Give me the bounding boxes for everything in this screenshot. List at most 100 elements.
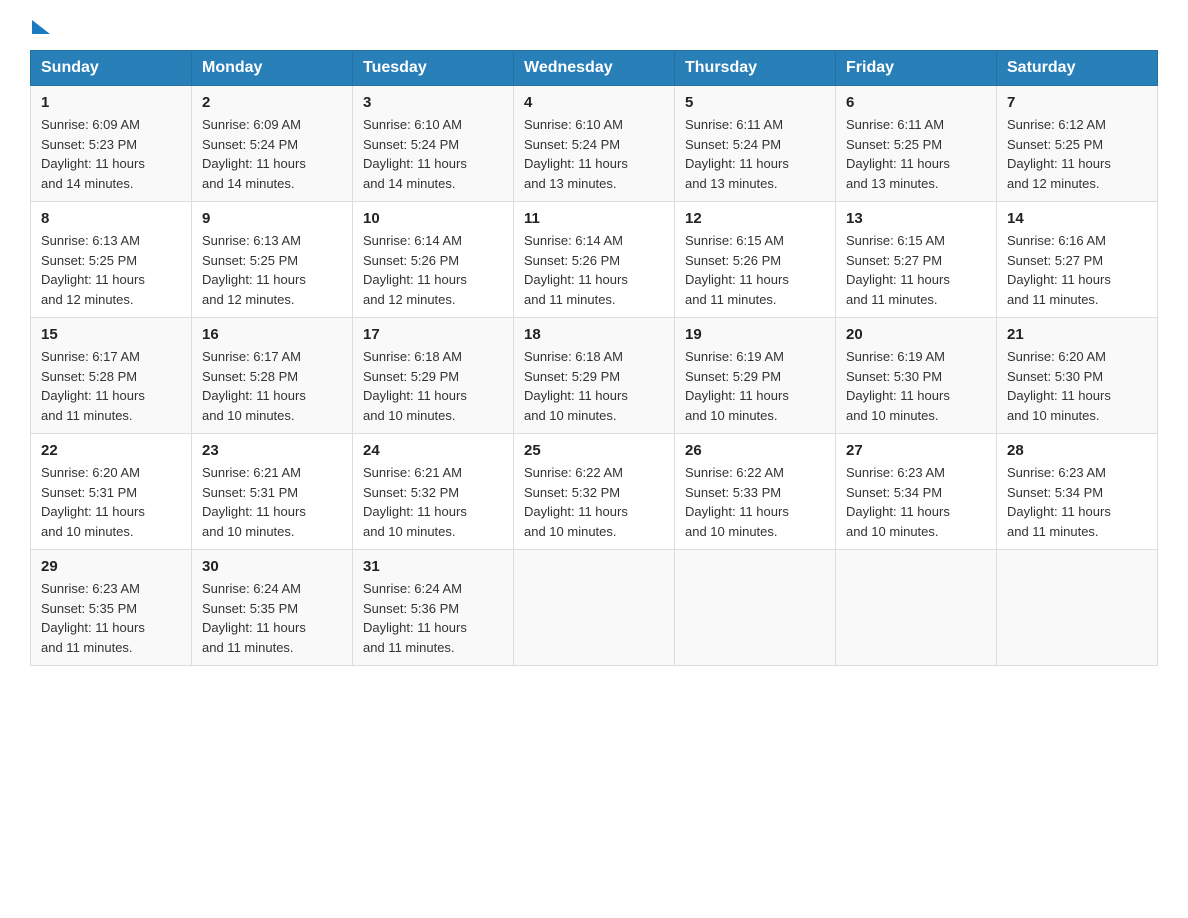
day-info: Sunrise: 6:13 AMSunset: 5:25 PMDaylight:… <box>202 231 342 309</box>
day-number: 30 <box>202 558 342 575</box>
calendar-cell: 25 Sunrise: 6:22 AMSunset: 5:32 PMDayligh… <box>514 434 675 550</box>
calendar-day-header-monday: Monday <box>192 51 353 86</box>
day-number: 4 <box>524 94 664 111</box>
day-number: 6 <box>846 94 986 111</box>
calendar-cell: 26 Sunrise: 6:22 AMSunset: 5:33 PMDayligh… <box>675 434 836 550</box>
day-info: Sunrise: 6:10 AMSunset: 5:24 PMDaylight:… <box>363 115 503 193</box>
day-info: Sunrise: 6:19 AMSunset: 5:30 PMDaylight:… <box>846 347 986 425</box>
day-number: 17 <box>363 326 503 343</box>
day-info: Sunrise: 6:09 AMSunset: 5:24 PMDaylight:… <box>202 115 342 193</box>
calendar-cell <box>675 550 836 666</box>
day-number: 9 <box>202 210 342 227</box>
calendar-cell: 16 Sunrise: 6:17 AMSunset: 5:28 PMDayligh… <box>192 318 353 434</box>
day-info: Sunrise: 6:23 AMSunset: 5:35 PMDaylight:… <box>41 579 181 657</box>
day-info: Sunrise: 6:22 AMSunset: 5:32 PMDaylight:… <box>524 463 664 541</box>
day-number: 25 <box>524 442 664 459</box>
calendar-cell: 20Sunrise: 6:19 AMSunset: 5:30 PMDayligh… <box>836 318 997 434</box>
calendar-cell: 24 Sunrise: 6:21 AMSunset: 5:32 PMDayligh… <box>353 434 514 550</box>
calendar-cell: 5Sunrise: 6:11 AMSunset: 5:24 PMDaylight… <box>675 86 836 202</box>
day-info: Sunrise: 6:18 AMSunset: 5:29 PMDaylight:… <box>363 347 503 425</box>
calendar-cell: 27 Sunrise: 6:23 AMSunset: 5:34 PMDayligh… <box>836 434 997 550</box>
calendar-cell: 22 Sunrise: 6:20 AMSunset: 5:31 PMDayligh… <box>31 434 192 550</box>
day-info: Sunrise: 6:11 AMSunset: 5:24 PMDaylight:… <box>685 115 825 193</box>
calendar-day-header-saturday: Saturday <box>997 51 1158 86</box>
day-info: Sunrise: 6:13 AMSunset: 5:25 PMDaylight:… <box>41 231 181 309</box>
day-info: Sunrise: 6:15 AMSunset: 5:26 PMDaylight:… <box>685 231 825 309</box>
day-number: 1 <box>41 94 181 111</box>
day-info: Sunrise: 6:20 AMSunset: 5:31 PMDaylight:… <box>41 463 181 541</box>
calendar-cell: 11 Sunrise: 6:14 AMSunset: 5:26 PMDayligh… <box>514 202 675 318</box>
day-info: Sunrise: 6:16 AMSunset: 5:27 PMDaylight:… <box>1007 231 1147 309</box>
calendar-cell: 3Sunrise: 6:10 AMSunset: 5:24 PMDaylight… <box>353 86 514 202</box>
day-info: Sunrise: 6:24 AMSunset: 5:36 PMDaylight:… <box>363 579 503 657</box>
calendar-cell: 31 Sunrise: 6:24 AMSunset: 5:36 PMDayligh… <box>353 550 514 666</box>
day-info: Sunrise: 6:14 AMSunset: 5:26 PMDaylight:… <box>524 231 664 309</box>
calendar-cell: 6 Sunrise: 6:11 AMSunset: 5:25 PMDaylight… <box>836 86 997 202</box>
calendar-cell: 1Sunrise: 6:09 AMSunset: 5:23 PMDaylight… <box>31 86 192 202</box>
logo-arrow-icon <box>32 20 50 34</box>
calendar-cell: 4 Sunrise: 6:10 AMSunset: 5:24 PMDaylight… <box>514 86 675 202</box>
day-info: Sunrise: 6:23 AMSunset: 5:34 PMDaylight:… <box>846 463 986 541</box>
calendar-cell: 19 Sunrise: 6:19 AMSunset: 5:29 PMDayligh… <box>675 318 836 434</box>
day-number: 22 <box>41 442 181 459</box>
calendar-cell <box>514 550 675 666</box>
calendar-cell: 18 Sunrise: 6:18 AMSunset: 5:29 PMDayligh… <box>514 318 675 434</box>
day-number: 11 <box>524 210 664 227</box>
calendar-cell: 17 Sunrise: 6:18 AMSunset: 5:29 PMDayligh… <box>353 318 514 434</box>
day-number: 16 <box>202 326 342 343</box>
day-number: 23 <box>202 442 342 459</box>
day-number: 15 <box>41 326 181 343</box>
day-number: 13 <box>846 210 986 227</box>
day-info: Sunrise: 6:19 AMSunset: 5:29 PMDaylight:… <box>685 347 825 425</box>
calendar-week-row: 29 Sunrise: 6:23 AMSunset: 5:35 PMDayligh… <box>31 550 1158 666</box>
calendar-week-row: 8 Sunrise: 6:13 AMSunset: 5:25 PMDaylight… <box>31 202 1158 318</box>
calendar-table: SundayMondayTuesdayWednesdayThursdayFrid… <box>30 50 1158 666</box>
day-info: Sunrise: 6:22 AMSunset: 5:33 PMDaylight:… <box>685 463 825 541</box>
day-info: Sunrise: 6:11 AMSunset: 5:25 PMDaylight:… <box>846 115 986 193</box>
calendar-cell: 2 Sunrise: 6:09 AMSunset: 5:24 PMDaylight… <box>192 86 353 202</box>
calendar-cell: 23Sunrise: 6:21 AMSunset: 5:31 PMDayligh… <box>192 434 353 550</box>
calendar-cell: 7Sunrise: 6:12 AMSunset: 5:25 PMDaylight… <box>997 86 1158 202</box>
day-number: 28 <box>1007 442 1147 459</box>
day-info: Sunrise: 6:21 AMSunset: 5:32 PMDaylight:… <box>363 463 503 541</box>
calendar-cell: 10Sunrise: 6:14 AMSunset: 5:26 PMDayligh… <box>353 202 514 318</box>
calendar-day-header-sunday: Sunday <box>31 51 192 86</box>
calendar-cell: 29 Sunrise: 6:23 AMSunset: 5:35 PMDayligh… <box>31 550 192 666</box>
day-number: 10 <box>363 210 503 227</box>
day-info: Sunrise: 6:18 AMSunset: 5:29 PMDaylight:… <box>524 347 664 425</box>
day-number: 18 <box>524 326 664 343</box>
calendar-day-header-wednesday: Wednesday <box>514 51 675 86</box>
calendar-cell: 14 Sunrise: 6:16 AMSunset: 5:27 PMDayligh… <box>997 202 1158 318</box>
day-info: Sunrise: 6:17 AMSunset: 5:28 PMDaylight:… <box>41 347 181 425</box>
calendar-cell: 21Sunrise: 6:20 AMSunset: 5:30 PMDayligh… <box>997 318 1158 434</box>
day-number: 27 <box>846 442 986 459</box>
day-number: 31 <box>363 558 503 575</box>
day-number: 14 <box>1007 210 1147 227</box>
calendar-cell: 28 Sunrise: 6:23 AMSunset: 5:34 PMDayligh… <box>997 434 1158 550</box>
calendar-day-header-friday: Friday <box>836 51 997 86</box>
calendar-cell: 8 Sunrise: 6:13 AMSunset: 5:25 PMDaylight… <box>31 202 192 318</box>
day-number: 29 <box>41 558 181 575</box>
calendar-day-header-tuesday: Tuesday <box>353 51 514 86</box>
calendar-day-header-thursday: Thursday <box>675 51 836 86</box>
calendar-cell: 13 Sunrise: 6:15 AMSunset: 5:27 PMDayligh… <box>836 202 997 318</box>
calendar-cell: 9 Sunrise: 6:13 AMSunset: 5:25 PMDaylight… <box>192 202 353 318</box>
day-number: 21 <box>1007 326 1147 343</box>
day-number: 19 <box>685 326 825 343</box>
page-header <box>30 20 1158 30</box>
day-info: Sunrise: 6:23 AMSunset: 5:34 PMDaylight:… <box>1007 463 1147 541</box>
calendar-cell <box>997 550 1158 666</box>
day-number: 8 <box>41 210 181 227</box>
day-number: 2 <box>202 94 342 111</box>
day-info: Sunrise: 6:10 AMSunset: 5:24 PMDaylight:… <box>524 115 664 193</box>
day-info: Sunrise: 6:12 AMSunset: 5:25 PMDaylight:… <box>1007 115 1147 193</box>
calendar-cell <box>836 550 997 666</box>
day-number: 12 <box>685 210 825 227</box>
calendar-header-row: SundayMondayTuesdayWednesdayThursdayFrid… <box>31 51 1158 86</box>
day-number: 24 <box>363 442 503 459</box>
calendar-cell: 15 Sunrise: 6:17 AMSunset: 5:28 PMDayligh… <box>31 318 192 434</box>
day-info: Sunrise: 6:17 AMSunset: 5:28 PMDaylight:… <box>202 347 342 425</box>
calendar-cell: 12 Sunrise: 6:15 AMSunset: 5:26 PMDayligh… <box>675 202 836 318</box>
day-info: Sunrise: 6:15 AMSunset: 5:27 PMDaylight:… <box>846 231 986 309</box>
day-number: 26 <box>685 442 825 459</box>
